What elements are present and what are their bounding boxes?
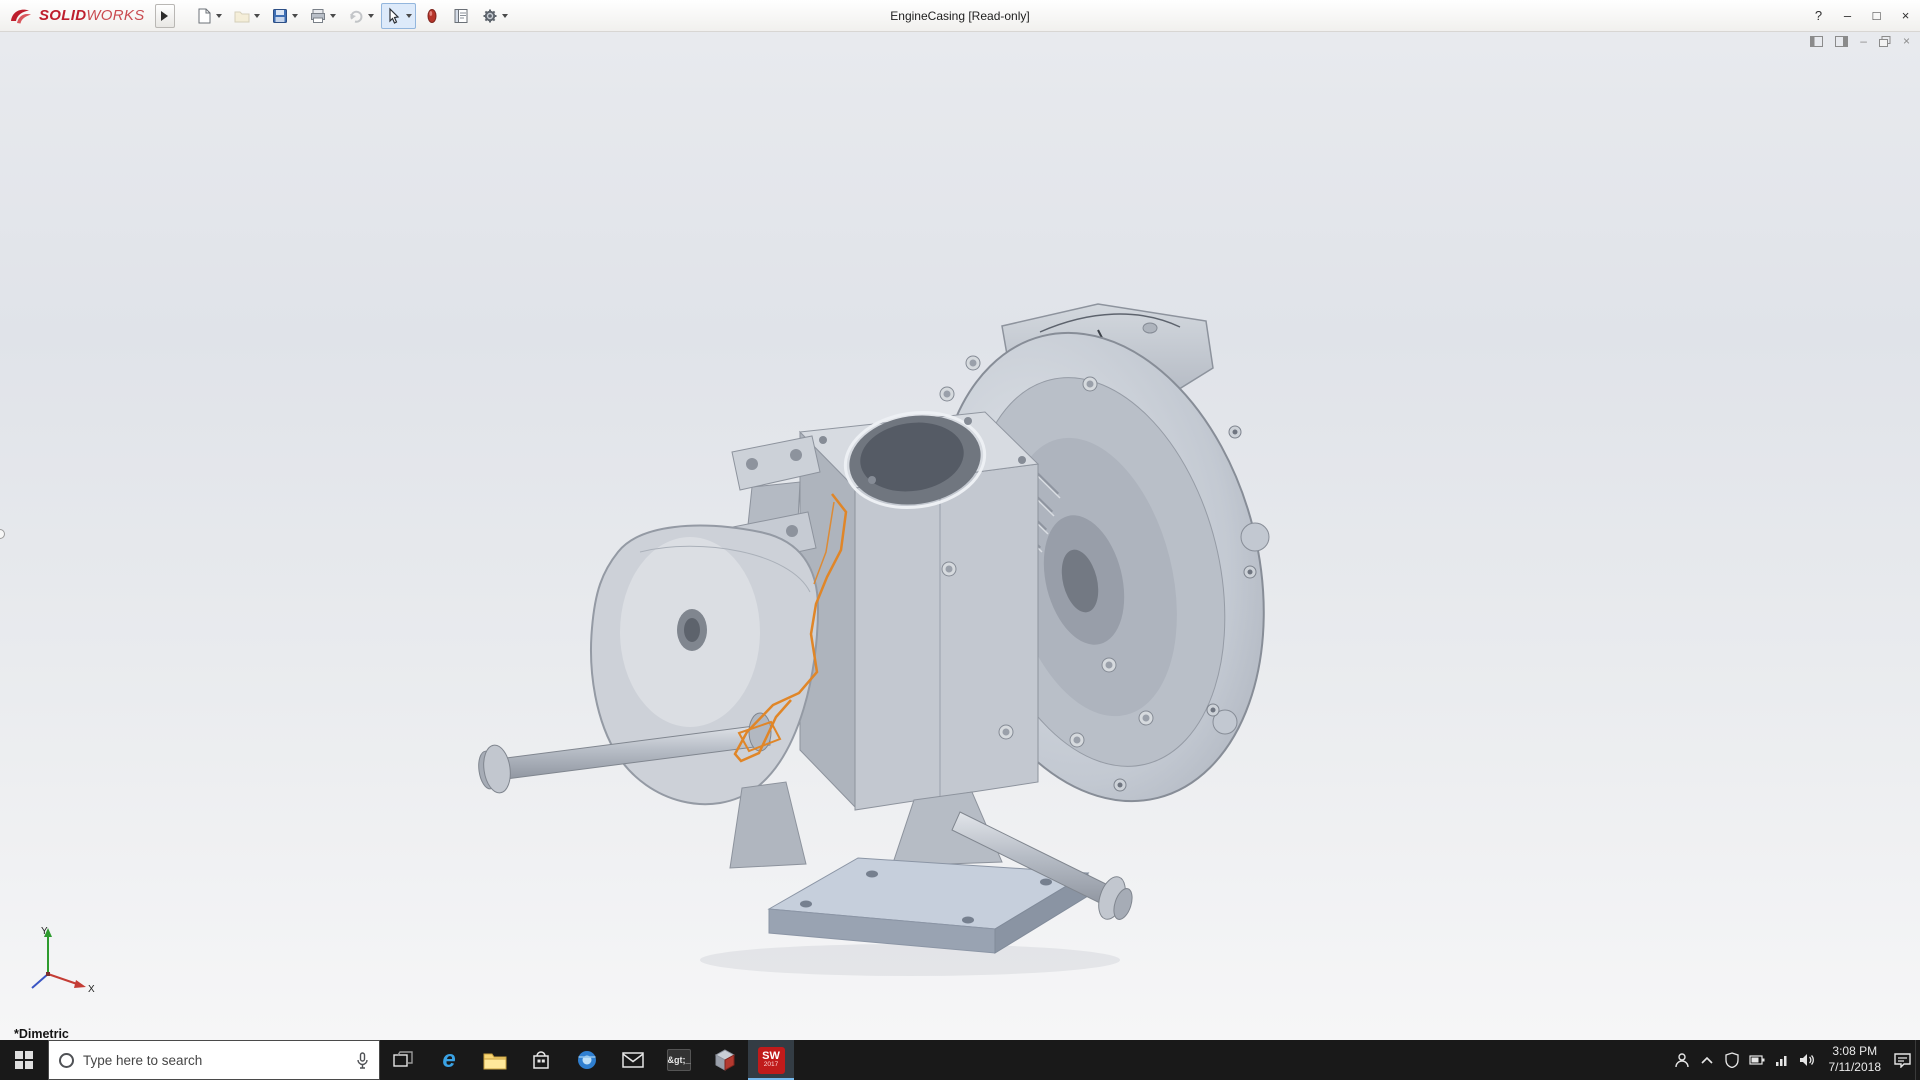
taskbar-app-browser[interactable]: [564, 1040, 610, 1080]
clock-time: 3:08 PM: [1832, 1044, 1878, 1059]
volume-button[interactable]: [1795, 1040, 1820, 1080]
action-center-button[interactable]: [1890, 1040, 1915, 1080]
network-button[interactable]: [1770, 1040, 1795, 1080]
appearance-bead-icon: [427, 8, 437, 23]
undo-button[interactable]: [343, 3, 378, 29]
ds-logo-icon: [11, 9, 31, 23]
clock-date: 7/11/2018: [1828, 1060, 1882, 1074]
graphics-viewport[interactable]: – × Y X *Dimetric: [0, 32, 1920, 1040]
dropdown-caret-icon[interactable]: [215, 13, 222, 18]
battery-button[interactable]: [1745, 1040, 1770, 1080]
undo-icon: [349, 10, 362, 23]
select-tool-button[interactable]: [380, 2, 416, 29]
action-center-icon: [1894, 1052, 1911, 1068]
save-icon: [272, 8, 287, 23]
store-bag-icon: [533, 1051, 549, 1069]
dropdown-caret-icon[interactable]: [329, 13, 336, 18]
expand-arrow-icon: [161, 10, 169, 21]
x-axis-arrow-icon: [74, 980, 86, 988]
cortana-icon: [59, 1052, 74, 1068]
file-properties-icon: [454, 8, 468, 23]
edge-icon: e: [442, 1046, 456, 1073]
print-icon: [310, 8, 325, 23]
document-minimize-button[interactable]: –: [1860, 35, 1867, 47]
taskbar-app-console[interactable]: &gt;_: [656, 1040, 702, 1080]
dropdown-caret-icon[interactable]: [253, 13, 260, 18]
open-button[interactable]: [229, 3, 264, 29]
taskbar-app-solidworks-2017[interactable]: SW 2017: [748, 1040, 794, 1080]
options-gear-icon: [483, 9, 497, 22]
hidden-icons-button[interactable]: [1695, 1040, 1720, 1080]
windows-taskbar: e: [0, 1040, 1920, 1080]
speaker-icon: [1800, 1054, 1814, 1066]
y-axis-label: Y: [41, 926, 48, 937]
options-button[interactable]: [477, 3, 512, 29]
start-button[interactable]: [0, 1040, 48, 1080]
windows-logo-icon: [15, 1051, 33, 1069]
browser-globe-icon: [578, 1051, 596, 1069]
quick-access-toolbar: [191, 2, 512, 29]
system-tray: 3:08 PM 7/11/2018: [1670, 1040, 1920, 1080]
microphone-icon[interactable]: [356, 1051, 369, 1069]
people-button[interactable]: [1670, 1040, 1695, 1080]
help-button[interactable]: ?: [1804, 0, 1833, 31]
engine-casing-model[interactable]: [0, 32, 1920, 1040]
taskbar-app-solidworks[interactable]: [702, 1040, 748, 1080]
dropdown-caret-icon[interactable]: [405, 13, 412, 18]
search-input[interactable]: [83, 1052, 347, 1068]
x-axis-label: X: [88, 984, 95, 995]
close-button[interactable]: ×: [1891, 0, 1920, 31]
document-window-controls: – ×: [1810, 35, 1910, 47]
solidworks-window: SOLIDWORKS EngineCasing [Read-only] ? – …: [0, 0, 1920, 1080]
view-orientation-label: *Dimetric: [14, 1027, 69, 1040]
minimize-button[interactable]: –: [1833, 0, 1862, 31]
print-button[interactable]: [305, 3, 340, 29]
document-restore-button[interactable]: [1878, 35, 1891, 47]
network-icon: [1775, 1056, 1786, 1066]
menu-expand-button[interactable]: [154, 3, 175, 28]
taskbar-clock[interactable]: 3:08 PM 7/11/2018: [1820, 1040, 1891, 1080]
z-axis-icon: [31, 973, 49, 989]
solidworks-cube-icon: [714, 1049, 736, 1071]
task-view-button[interactable]: [380, 1040, 426, 1080]
dropdown-caret-icon[interactable]: [367, 13, 374, 18]
pane-left-icon[interactable]: [1810, 35, 1824, 47]
taskbar-app-mail[interactable]: [610, 1040, 656, 1080]
window-controls: ? – □ ×: [1804, 0, 1920, 31]
mail-envelope-icon: [622, 1052, 644, 1068]
titlebar: SOLIDWORKS EngineCasing [Read-only] ? – …: [0, 0, 1920, 32]
person-icon: [1675, 1053, 1689, 1068]
new-document-icon: [198, 8, 211, 23]
taskbar-app-store[interactable]: [518, 1040, 564, 1080]
chevron-up-icon: [1701, 1056, 1713, 1064]
taskbar-search[interactable]: [48, 1040, 380, 1080]
document-title: EngineCasing [Read-only]: [890, 8, 1030, 23]
file-properties-button[interactable]: [448, 3, 474, 29]
solidworks-logo: SOLIDWORKS: [0, 6, 155, 26]
battery-icon: [1749, 1055, 1765, 1065]
show-desktop-button[interactable]: [1915, 1040, 1920, 1080]
pane-right-icon[interactable]: [1835, 35, 1849, 47]
save-button[interactable]: [267, 3, 302, 29]
new-document-button[interactable]: [191, 3, 226, 29]
solidworks-2017-icon: SW 2017: [757, 1046, 785, 1074]
dropdown-caret-icon[interactable]: [291, 13, 298, 18]
file-explorer-icon: [483, 1053, 507, 1069]
task-view-icon: [393, 1051, 413, 1067]
logo-text: SOLIDWORKS: [39, 7, 145, 24]
maximize-button[interactable]: □: [1862, 0, 1891, 31]
shield-icon: [1725, 1052, 1739, 1068]
dropdown-caret-icon[interactable]: [501, 13, 508, 18]
orientation-triad[interactable]: Y X: [20, 922, 100, 1002]
defender-button[interactable]: [1720, 1040, 1745, 1080]
open-folder-icon: [234, 11, 250, 22]
taskbar-app-file-explorer[interactable]: [472, 1040, 518, 1080]
taskbar-app-edge[interactable]: e: [426, 1040, 472, 1080]
console-icon: &gt;_: [667, 1049, 691, 1071]
select-cursor-icon: [388, 7, 399, 24]
document-close-button[interactable]: ×: [1903, 35, 1910, 47]
appearances-button[interactable]: [419, 3, 445, 29]
